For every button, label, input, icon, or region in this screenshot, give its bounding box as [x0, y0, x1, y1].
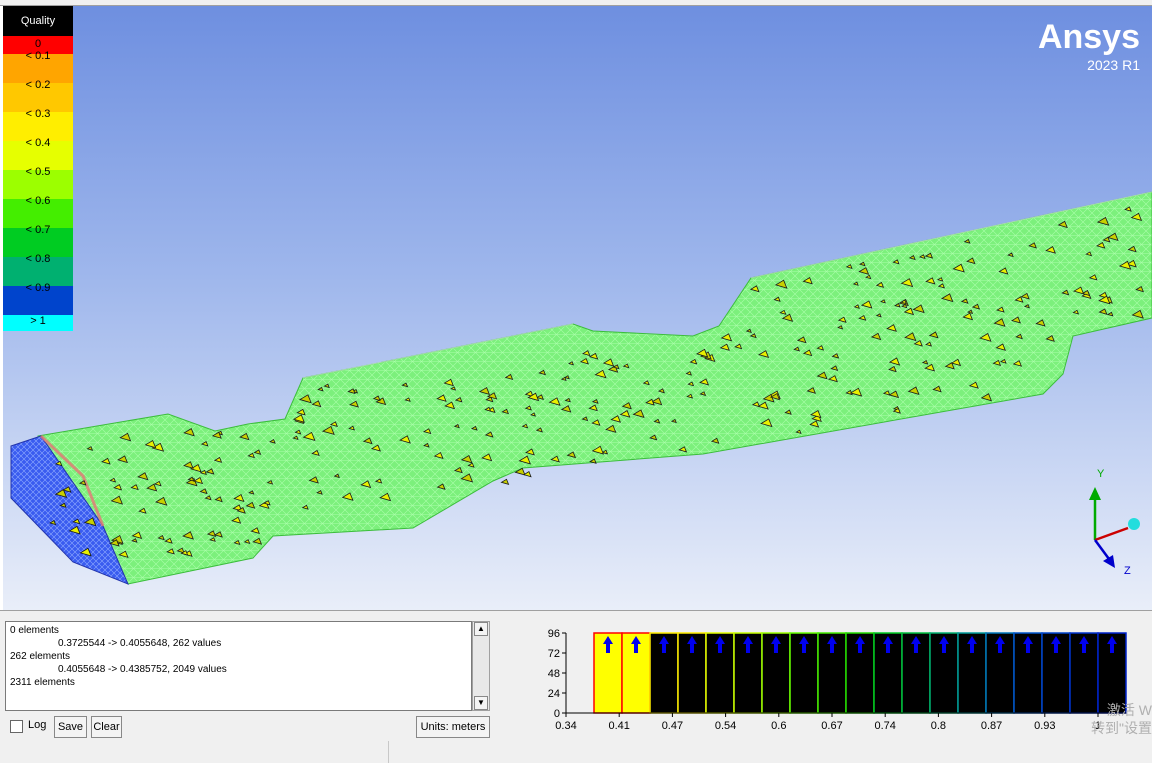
legend-band: > 1	[3, 315, 73, 331]
log-line: 0.3725544 -> 0.4055648, 262 values	[58, 638, 222, 649]
x-tick-label: 0.87	[981, 720, 1002, 732]
legend-band-label: < 0.4	[25, 137, 51, 149]
watermark-line-2: 转到"设置	[1091, 720, 1152, 736]
x-tick-label: 0.8	[931, 720, 946, 732]
triad-z-label: Z	[1124, 565, 1131, 577]
x-tick-label: 0.67	[821, 720, 842, 732]
histogram-panel: 0 elements 0.3725544 -> 0.4055648, 262 v…	[0, 610, 1152, 763]
legend-bands: 0 < 0.1 < 0.2 < 0.3 < 0.4 < 0.5 < 0.6 < 0.7 < 0.…	[3, 36, 73, 331]
y-tick-label: 48	[548, 668, 560, 680]
legend-band-label: < 0.7	[25, 224, 51, 236]
histogram-text-log[interactable]: 0 elements 0.3725544 -> 0.4055648, 262 v…	[5, 621, 472, 711]
log-scrollbar[interactable]: ▲ ▼	[472, 621, 490, 711]
legend-band-label: < 0.5	[25, 166, 51, 178]
log-line: 2311 elements	[10, 677, 75, 688]
legend-band-label: 0	[34, 38, 42, 50]
legend-band-label: < 0.3	[25, 108, 51, 120]
legend-band-label: < 0.9	[25, 282, 51, 294]
x-tick-label: 0.74	[874, 720, 895, 732]
y-tick-label: 96	[548, 628, 560, 640]
mesh-body	[37, 191, 1152, 585]
ansys-logo: Ansys 2023 R1	[1038, 18, 1140, 74]
units-button[interactable]: Units: meters	[416, 716, 490, 738]
quality-histogram[interactable]: 0 24 48 72 96 0.34 0.41 0.47 0.54 0.6 0.67 0.74 0.8 0…	[532, 623, 1132, 735]
x-tick-label: 0.54	[715, 720, 736, 732]
brand-name: Ansys	[1037, 18, 1140, 56]
clear-button[interactable]: Clear	[91, 716, 122, 738]
y-tick-label: 72	[548, 648, 560, 660]
coordinate-triad: Y Z	[1089, 468, 1140, 577]
legend-band-label: < 0.2	[25, 79, 51, 91]
log-checkbox-label: Log	[28, 719, 47, 731]
x-tick-label: 0.6	[771, 720, 786, 732]
scroll-up-icon[interactable]: ▲	[474, 622, 488, 636]
triad-y-label: Y	[1097, 468, 1105, 480]
activation-watermark: 激活 W 转到"设置	[1091, 701, 1152, 737]
mesh-model: Y Z	[10, 191, 1152, 585]
y-tick-label: 24	[548, 688, 560, 700]
quality-legend: Quality 0 < 0.1 < 0.2 < 0.3 < 0.4 < 0.5 < 0.6 <…	[3, 6, 73, 331]
brand-version: 2023 R1	[1087, 57, 1140, 73]
log-line: 0 elements	[10, 625, 59, 636]
x-tick-label: 0.41	[608, 720, 629, 732]
legend-band-label: < 0.6	[25, 195, 51, 207]
x-tick-label: 0.93	[1034, 720, 1055, 732]
legend-band-label: > 1	[30, 315, 46, 327]
log-line: 0.4055648 -> 0.4385752, 2049 values	[58, 664, 227, 675]
y-tick-label: 0	[554, 708, 560, 720]
legend-band-label: < 0.8	[25, 253, 51, 265]
x-tick-label: 0.47	[662, 720, 683, 732]
save-button[interactable]: Save	[54, 716, 87, 738]
log-line: 262 elements	[10, 651, 71, 662]
status-separator	[388, 741, 389, 763]
watermark-line-1: 激活 W	[1106, 702, 1152, 718]
graphics-viewport[interactable]: Y Z Quality 0 < 0.1 < 0.2 < 0.3 < 0.4 < 0.5 < …	[3, 6, 1152, 610]
log-checkbox[interactable]	[10, 720, 23, 733]
legend-title: Quality	[3, 6, 73, 36]
legend-band: < 0.9	[3, 282, 73, 315]
legend-band-label: < 0.1	[25, 50, 51, 62]
x-tick-label: 0.34	[555, 720, 576, 732]
scroll-down-icon[interactable]: ▼	[474, 696, 488, 710]
